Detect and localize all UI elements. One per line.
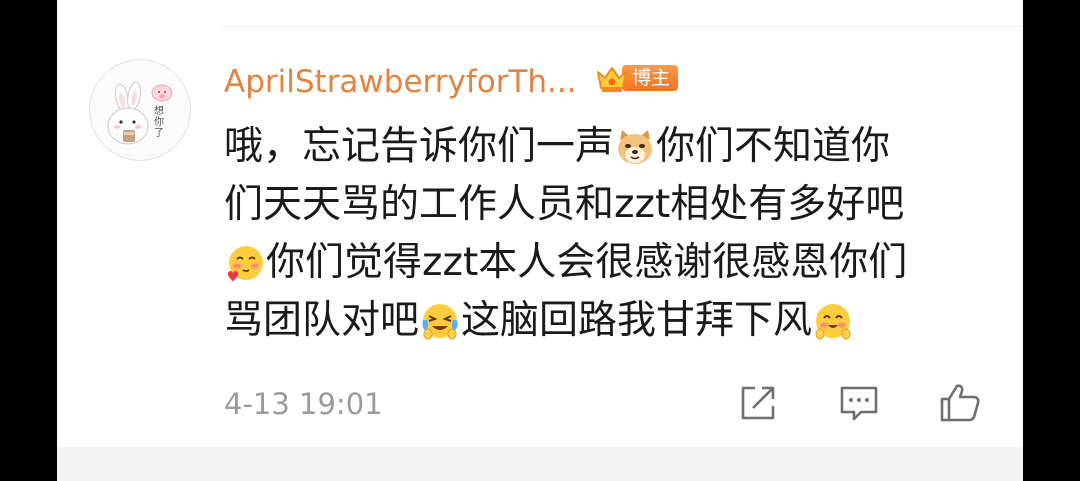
comment-line: 骂团队对吧 这脑回路我甘拜下风 [224, 292, 994, 350]
badge-label: 博主 [622, 65, 679, 91]
like-button[interactable] [937, 380, 983, 426]
timestamp: 4-13 19:01 [224, 387, 383, 421]
avatar-caption: 想你了 [154, 106, 164, 139]
bottom-separator [57, 447, 1023, 481]
smile-blush-emoji-icon [815, 304, 851, 340]
comment-text: 哦，忘记告诉你们一声 你们不知道你 们天天骂的工作人员和zzt相处有多好吧 你们… [224, 118, 994, 350]
username[interactable]: AprilStrawberryforTh... [224, 62, 577, 102]
crying-laugh-emoji-icon [422, 304, 458, 340]
bunny-avatar-icon [107, 81, 173, 145]
comment-segment: 这脑回路我甘拜下风 [461, 298, 813, 343]
comment-segment: 你们觉得zzt本人会很感谢很感恩你们 [266, 240, 908, 285]
comment-screen: 想你了 AprilStrawberryforTh... 博主 哦，忘记告诉你们一… [57, 0, 1023, 481]
share-icon [741, 386, 775, 420]
crown-icon [597, 67, 627, 92]
avatar[interactable]: 想你了 [89, 59, 191, 161]
comment-segment: 骂团队对吧 [224, 298, 420, 343]
top-divider [222, 26, 1023, 27]
comment-segment: 们天天骂的工作人员和zzt相处有多好吧 [224, 182, 905, 227]
comment-button[interactable] [836, 380, 882, 426]
comment-icon [840, 386, 878, 421]
comment-line: 你们觉得zzt本人会很感谢很感恩你们 [224, 234, 994, 292]
comment-line: 们天天骂的工作人员和zzt相处有多好吧 [224, 176, 994, 234]
comment-line: 哦，忘记告诉你们一声 你们不知道你 [224, 118, 994, 176]
like-icon [940, 384, 980, 422]
shy-blush-emoji-icon [228, 246, 263, 282]
blogger-badge: 博主 [594, 60, 679, 96]
share-button[interactable] [735, 380, 781, 426]
comment-segment: 你们不知道你 [656, 124, 891, 169]
comment-segment: 哦，忘记告诉你们一声 [224, 124, 615, 169]
doge-emoji-icon [618, 130, 653, 164]
